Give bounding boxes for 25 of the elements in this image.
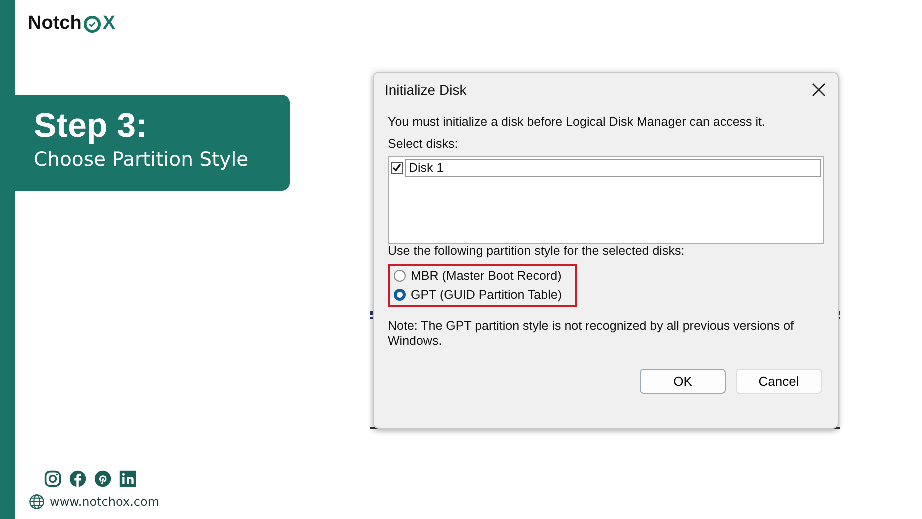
note-text: Note: The GPT partition style is not recognized by all previous versions of Windows. — [388, 319, 795, 349]
linkedin-icon[interactable] — [119, 470, 137, 488]
step-subtitle: Choose Partition Style — [34, 147, 250, 173]
website-link[interactable]: www.notchox.com — [50, 495, 160, 509]
disk-checkbox[interactable] — [391, 162, 403, 174]
brand-name: Notch — [28, 13, 82, 35]
facebook-icon[interactable] — [69, 470, 87, 488]
cancel-button[interactable]: Cancel — [736, 369, 822, 394]
disk-item[interactable]: Disk 1 — [405, 159, 821, 177]
dialog-title: Initialize Disk — [385, 82, 467, 98]
intro-text: You must initialize a disk before Logical Disk Manager can access it. — [388, 115, 767, 130]
globe-icon — [29, 494, 45, 510]
brand-name: X — [102, 13, 116, 35]
select-disks-label: Select disks: — [388, 137, 460, 152]
step-title: Step 3: — [34, 107, 148, 145]
close-icon[interactable] — [812, 83, 826, 97]
partition-style-label: Use the following partition style for the selected disks: — [388, 244, 686, 259]
option-label[interactable]: MBR (Master Boot Record) — [411, 269, 562, 283]
instagram-icon[interactable] — [44, 470, 62, 488]
option-label[interactable]: GPT (GUID Partition Table) — [411, 288, 562, 302]
clock-icon — [82, 14, 102, 34]
radio-button[interactable] — [394, 289, 406, 301]
pinterest-icon[interactable] — [94, 470, 112, 488]
ok-button[interactable]: OK — [640, 369, 726, 394]
radio-button[interactable] — [394, 270, 406, 282]
